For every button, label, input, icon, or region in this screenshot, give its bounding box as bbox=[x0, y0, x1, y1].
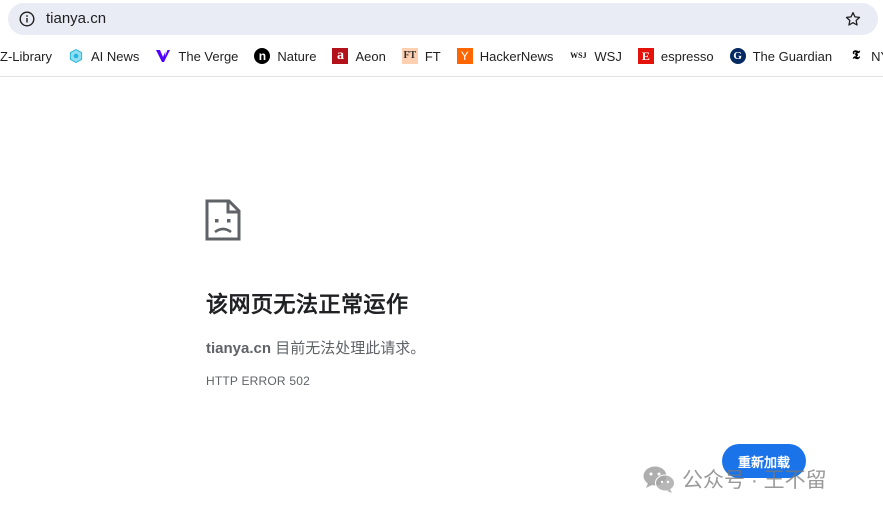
bookmark-z-library[interactable]: Z-Library bbox=[0, 42, 60, 70]
bookmark-espresso[interactable]: E espresso bbox=[630, 42, 722, 70]
error-title: 该网页无法正常运作 bbox=[206, 292, 409, 317]
bookmark-label: FT bbox=[424, 48, 441, 64]
hn-logo-icon: Y bbox=[456, 48, 473, 64]
bookmark-label: NYTim bbox=[871, 48, 883, 64]
bookmark-aeon[interactable]: a Aeon bbox=[324, 42, 393, 70]
bookmark-label: WSJ bbox=[594, 48, 622, 64]
error-host: tianya.cn bbox=[206, 340, 272, 357]
hn-logo-letter: Y bbox=[460, 49, 469, 63]
bookmark-label: Nature bbox=[277, 48, 317, 64]
toolbar-divider bbox=[0, 76, 883, 77]
ft-logo-icon: FT bbox=[401, 48, 418, 64]
bookmark-label: espresso bbox=[660, 48, 714, 64]
bookmark-nytimes[interactable]: 𝕿 NYTim bbox=[840, 42, 883, 70]
wsj-logo-icon: WSJ bbox=[569, 48, 587, 64]
bookmark-ai-news[interactable]: AI News bbox=[60, 42, 147, 70]
espresso-logo-icon: E bbox=[637, 48, 654, 64]
address-bar[interactable]: tianya.cn bbox=[8, 3, 878, 35]
wsj-logo-letters: WSJ bbox=[570, 51, 587, 60]
aeon-logo-icon: a bbox=[332, 48, 349, 64]
guardian-logo-icon: G bbox=[729, 48, 746, 64]
bookmark-label: Aeon bbox=[355, 48, 386, 64]
gear-badge-icon bbox=[68, 48, 84, 64]
error-message-text: 目前无法处理此请求。 bbox=[271, 340, 426, 357]
bookmark-the-verge[interactable]: The Verge bbox=[147, 42, 246, 70]
guardian-logo-letter: G bbox=[733, 50, 742, 62]
bookmark-label: AI News bbox=[91, 48, 140, 64]
info-icon[interactable] bbox=[19, 11, 35, 27]
nature-logo-letter: n bbox=[258, 49, 267, 63]
bookmark-label: The Verge bbox=[178, 48, 239, 64]
nyt-logo-letter: 𝕿 bbox=[852, 48, 861, 63]
aeon-logo-letter: a bbox=[336, 48, 344, 63]
watermark-text: 公众号 · 王不留 bbox=[682, 469, 827, 492]
wechat-icon bbox=[643, 466, 675, 493]
bookmarks-bar: Z-Library AI News The Verge n Nature a A… bbox=[0, 40, 883, 72]
watermark: 公众号 · 王不留 bbox=[642, 464, 827, 494]
bookmark-label: The Guardian bbox=[752, 48, 833, 64]
nature-logo-icon: n bbox=[254, 48, 271, 64]
bookmark-ft[interactable]: FT FT bbox=[394, 42, 449, 70]
verge-logo-icon bbox=[155, 48, 171, 64]
error-message: tianya.cn 目前无法处理此请求。 bbox=[206, 337, 425, 358]
url-text[interactable]: tianya.cn bbox=[46, 10, 106, 28]
espresso-logo-letter: E bbox=[641, 49, 650, 63]
bookmark-wsj[interactable]: WSJ WSJ bbox=[561, 42, 629, 70]
bookmark-hackernews[interactable]: Y HackerNews bbox=[449, 42, 562, 70]
bookmark-label: HackerNews bbox=[479, 48, 554, 64]
bookmark-the-guardian[interactable]: G The Guardian bbox=[722, 42, 841, 70]
sad-page-icon bbox=[205, 199, 241, 241]
ft-logo-letters: FT bbox=[403, 50, 417, 61]
nyt-logo-icon: 𝕿 bbox=[848, 48, 864, 64]
bookmark-nature[interactable]: n Nature bbox=[246, 42, 324, 70]
error-code: HTTP ERROR 502 bbox=[206, 374, 310, 388]
star-icon[interactable] bbox=[844, 10, 862, 28]
bookmark-label: Z-Library bbox=[0, 48, 53, 64]
